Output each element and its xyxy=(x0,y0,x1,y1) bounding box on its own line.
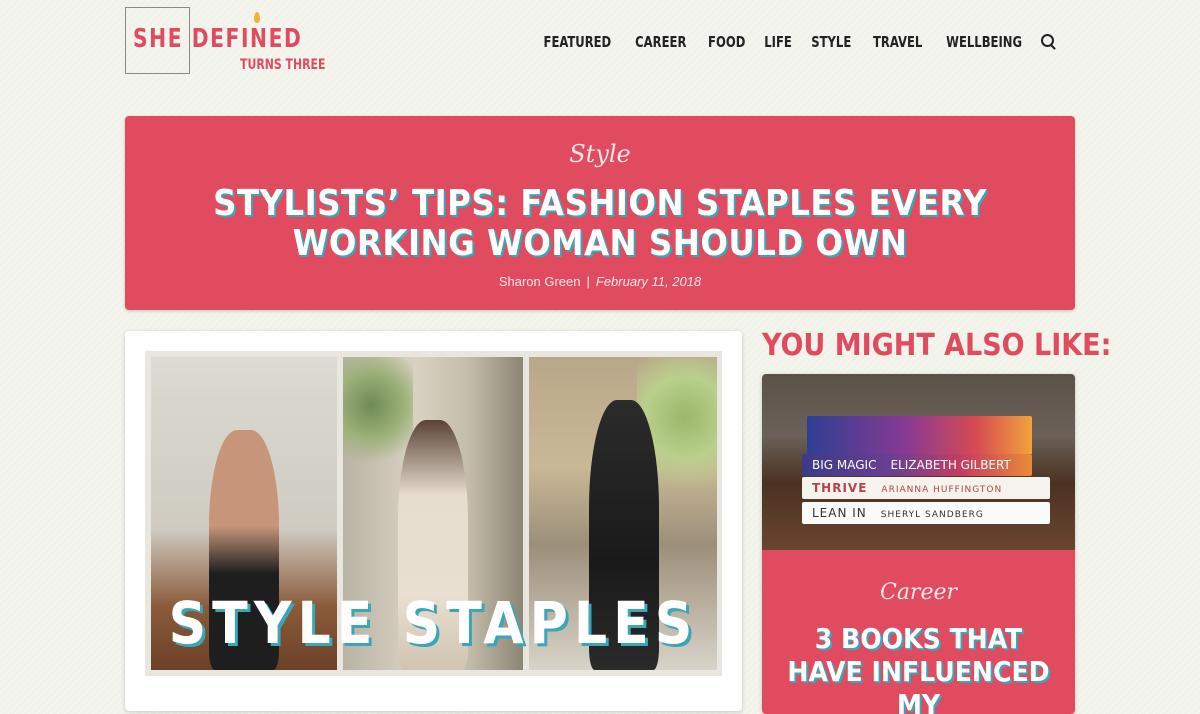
nav-item-food[interactable]: FOOD xyxy=(708,33,745,51)
book-spine: THRIVE ARIANNA HUFFINGTON xyxy=(802,477,1050,499)
article-body-card: STYLE STAPLES xyxy=(125,331,742,711)
article-category[interactable]: Style xyxy=(125,140,1075,168)
article-meta: Sharon Green | February 11, 2018 xyxy=(125,274,1075,289)
candle-flame-icon xyxy=(254,12,260,23)
book-cover-top xyxy=(807,416,1032,454)
related-article-body: Career 3 BOOKS THAT HAVE INFLUENCED MY xyxy=(762,550,1075,714)
book-author: SHERYL SANDBERG xyxy=(880,510,984,520)
nav-item-featured[interactable]: FEATURED xyxy=(544,33,612,51)
related-article-image: BIG MAGIC ELIZABETH GILBERT THRIVE ARIANNA… xyxy=(762,374,1075,550)
nav-item-life[interactable]: LIFE xyxy=(764,33,792,51)
main-nav: FEATURED CAREER FOOD LIFE STYLE TRAVEL W… xyxy=(524,31,1058,53)
related-article-card[interactable]: BIG MAGIC ELIZABETH GILBERT THRIVE ARIANNA… xyxy=(762,374,1075,714)
nav-item-wellbeing[interactable]: WELLBEING xyxy=(946,33,1022,51)
book-title: BIG MAGIC xyxy=(812,458,877,472)
book-title: LEAN IN xyxy=(812,506,867,520)
sidebar-heading: YOU MIGHT ALSO LIKE: xyxy=(762,328,1112,363)
logo-wordmark: SHE DEFINED xyxy=(133,24,303,54)
book-title: THRIVE xyxy=(812,481,868,495)
book-author: ELIZABETH GILBERT xyxy=(890,458,1011,472)
nav-item-style[interactable]: STYLE xyxy=(811,33,851,51)
search-icon[interactable] xyxy=(1040,33,1058,51)
nav-item-travel[interactable]: TRAVEL xyxy=(873,33,922,51)
article-author[interactable]: Sharon Green xyxy=(499,274,581,289)
related-article-category: Career xyxy=(879,580,958,605)
article-hero: Style STYLISTS’ TIPS: FASHION STAPLES EV… xyxy=(125,116,1075,310)
logo-tagline: TURNS THREE xyxy=(240,57,326,73)
related-article-title[interactable]: 3 BOOKS THAT HAVE INFLUENCED MY xyxy=(776,622,1061,714)
foliage xyxy=(343,357,413,477)
feature-image: STYLE STAPLES xyxy=(145,351,722,676)
image-overlay-title: STYLE STAPLES xyxy=(168,589,699,657)
article-title: STYLISTS’ TIPS: FASHION STAPLES EVERY WO… xyxy=(213,183,987,264)
book-spine: LEAN IN SHERYL SANDBERG xyxy=(802,502,1050,524)
article-date: February 11, 2018 xyxy=(595,274,702,289)
meta-separator: | xyxy=(586,274,590,289)
book-spine: BIG MAGIC ELIZABETH GILBERT xyxy=(802,454,1032,476)
book-author: ARIANNA HUFFINGTON xyxy=(881,485,1003,495)
search-handle xyxy=(1050,44,1056,50)
site-logo[interactable]: SHE DEFINED TURNS THREE xyxy=(125,7,325,77)
nav-item-career[interactable]: CAREER xyxy=(635,33,686,51)
